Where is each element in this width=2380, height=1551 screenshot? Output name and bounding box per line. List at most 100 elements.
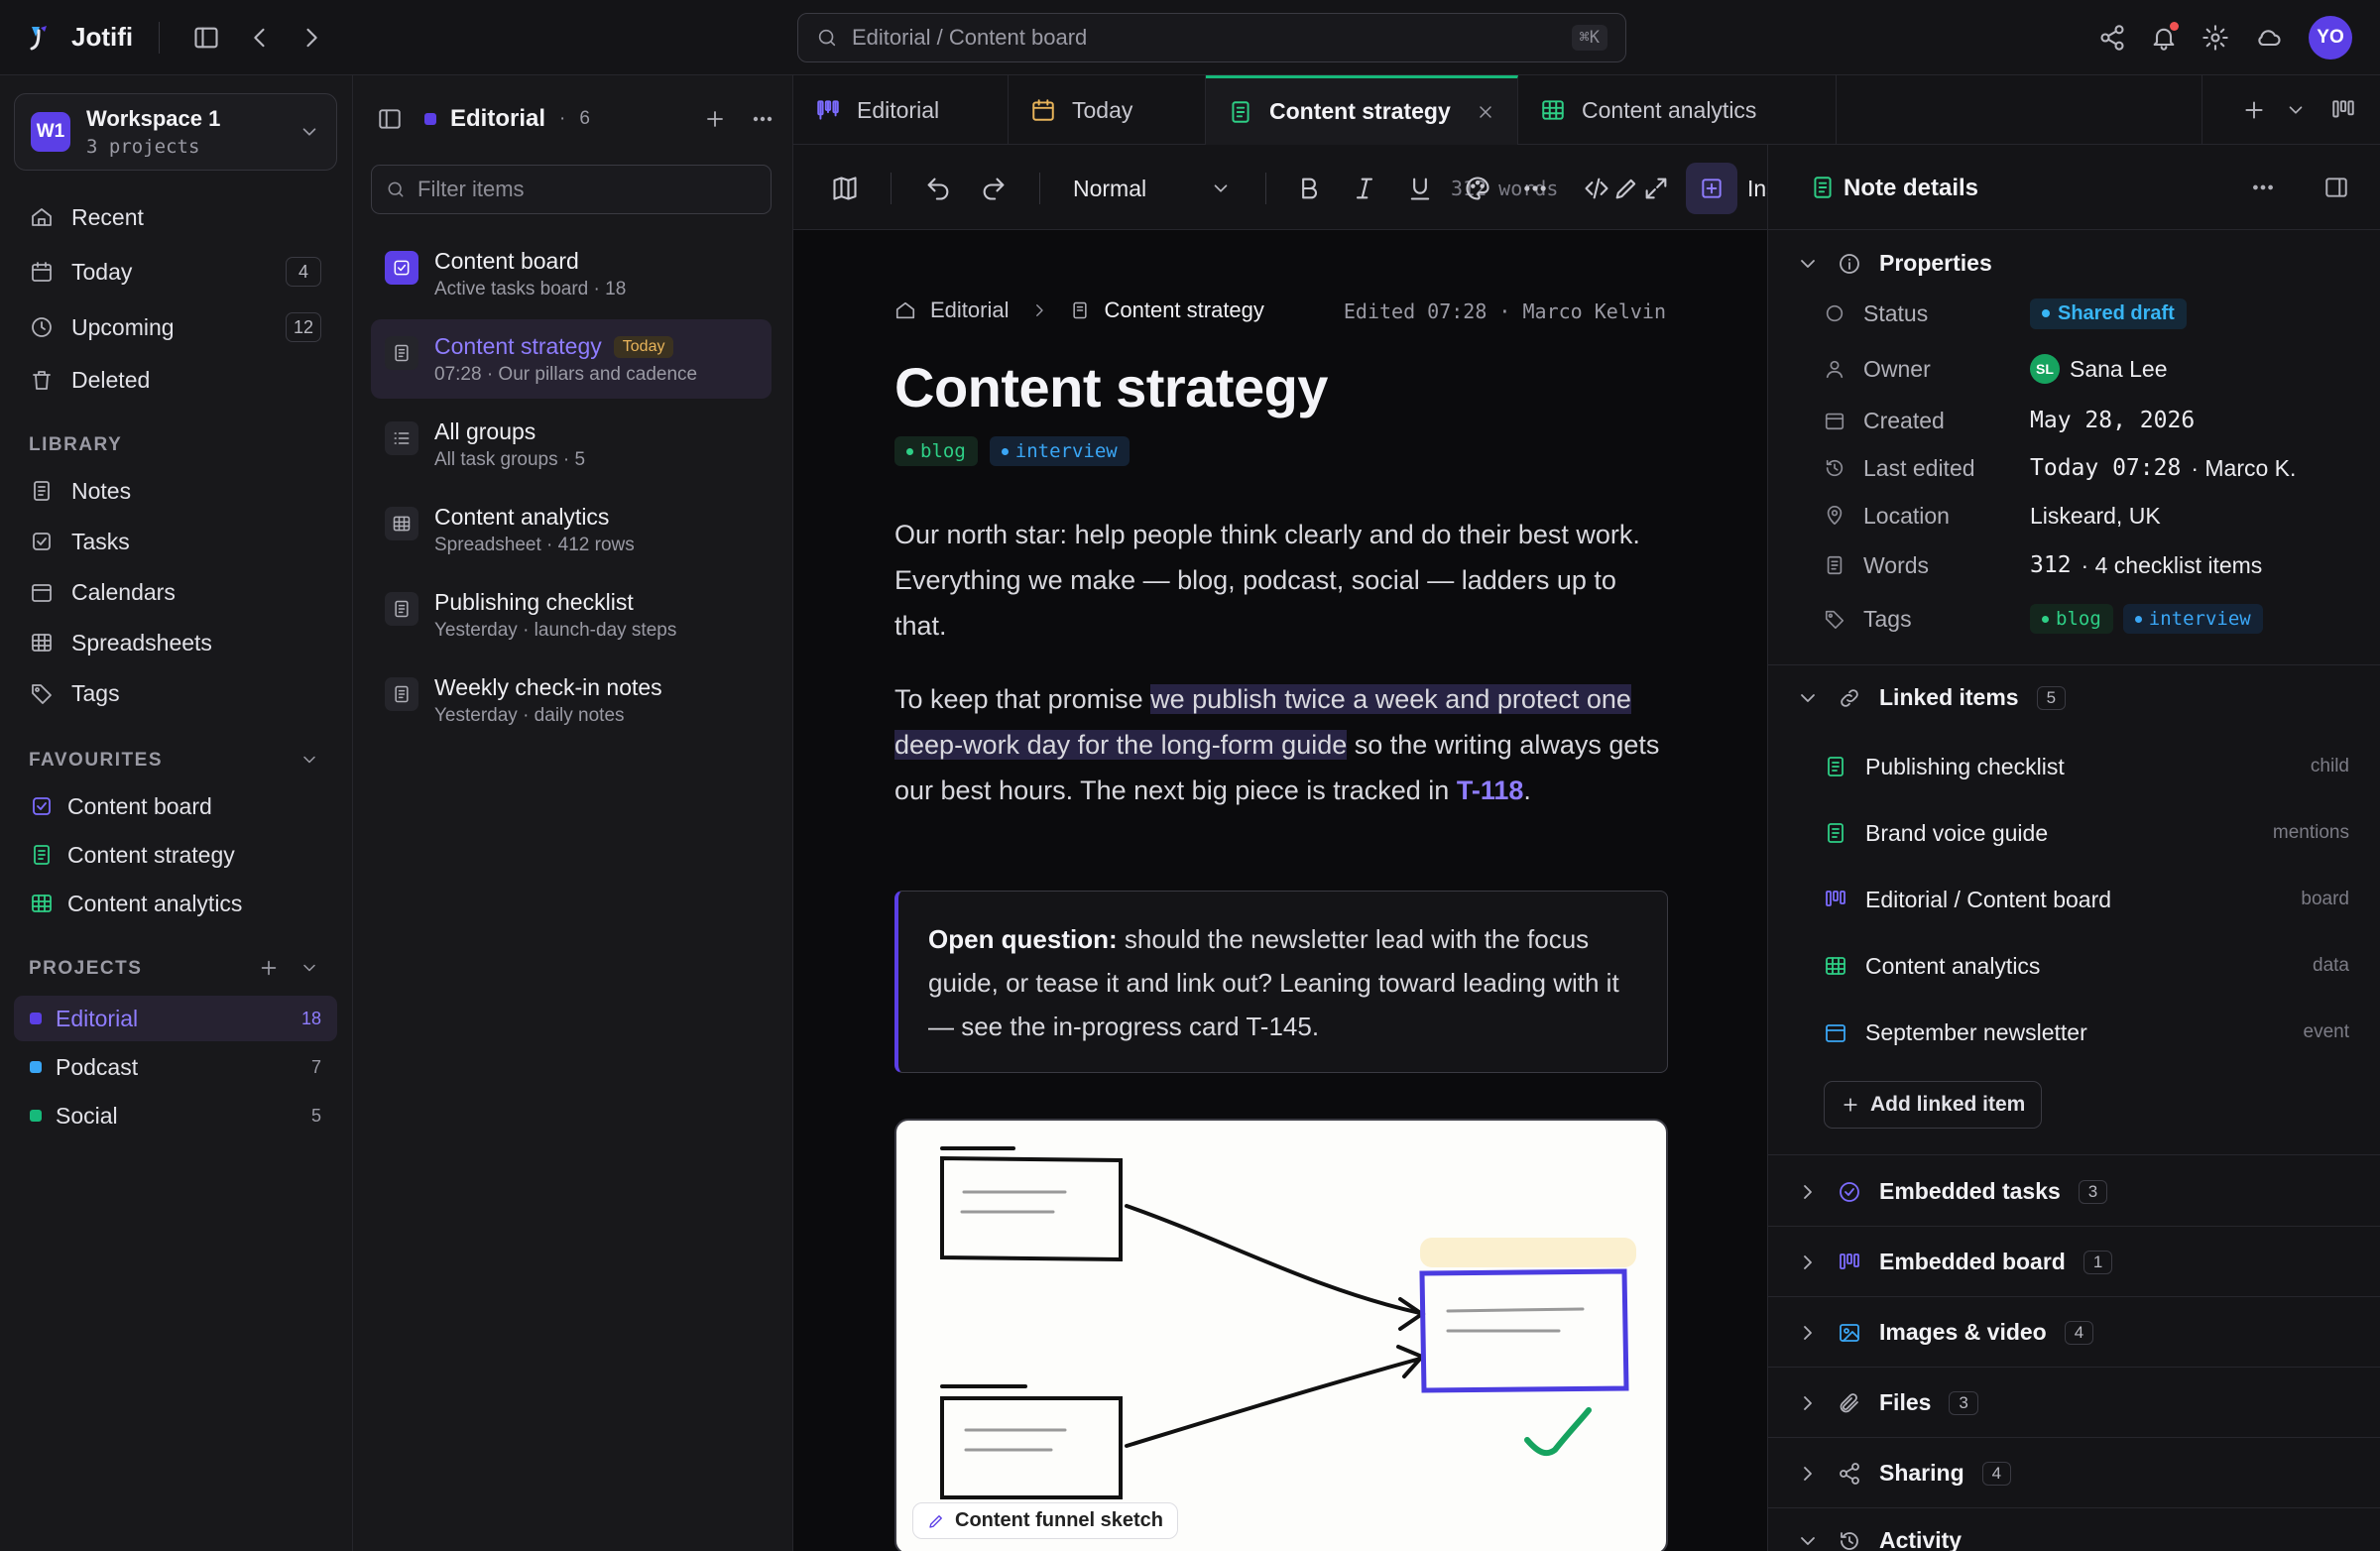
sidebar-item-upcoming[interactable]: Upcoming 12 (14, 304, 337, 350)
close-panel-icon[interactable] (2323, 175, 2349, 200)
clock-icon (30, 315, 54, 339)
forward-icon[interactable] (298, 24, 325, 52)
favourite-content-board[interactable]: Content board (14, 783, 337, 829)
check-circle-icon (1838, 1180, 1861, 1204)
activity-section-header[interactable]: Activity (1796, 1527, 1962, 1551)
sidebar-item-label: Calendars (71, 578, 176, 605)
list-item-publishing-checklist[interactable]: Publishing checklist Yesterday · launch-d… (371, 575, 772, 655)
list-item-all-groups[interactable]: All groups All task groups · 5 (371, 405, 772, 484)
share-icon[interactable] (2098, 24, 2126, 52)
bold-icon[interactable] (1295, 175, 1323, 202)
close-tab-icon[interactable] (1476, 102, 1495, 122)
breadcrumb-root[interactable]: Editorial (930, 298, 1009, 323)
divider (1768, 1437, 2380, 1438)
tab-editorial[interactable]: Editorial (793, 75, 1009, 145)
sidebar-item-tasks[interactable]: Tasks (14, 519, 337, 564)
linked-item-content-analytics[interactable]: Content analytics data (1824, 943, 2349, 989)
favourite-content-strategy[interactable]: Content strategy (14, 832, 337, 878)
tab-content-strategy[interactable]: Content strategy (1206, 75, 1518, 145)
tag-blog[interactable]: blog (894, 436, 978, 466)
sidebar-item-tags[interactable]: Tags (14, 670, 337, 716)
add-project-plus-icon[interactable] (258, 957, 280, 979)
tab-content-analytics[interactable]: Content analytics (1518, 75, 1837, 145)
board-view-icon[interactable] (2330, 97, 2356, 123)
undo-icon[interactable] (924, 175, 952, 202)
app-logo[interactable]: Jotifi (26, 22, 133, 53)
settings-gear-icon[interactable] (2202, 24, 2229, 52)
tag-blog[interactable]: blog (2030, 604, 2113, 634)
more-options-icon[interactable] (751, 107, 774, 131)
linked-item-content-board[interactable]: Editorial / Content board board (1824, 877, 2349, 922)
redo-icon[interactable] (980, 175, 1008, 202)
divider (1768, 1507, 2380, 1508)
code-icon[interactable] (1583, 175, 1610, 202)
page-title[interactable]: Content strategy (894, 355, 1328, 419)
sidebar-item-deleted[interactable]: Deleted (14, 357, 337, 403)
linked-item-september-newsletter[interactable]: September newsletter event (1824, 1010, 2349, 1055)
formatting-toolbar: Normal 312 words Insert (793, 145, 1805, 230)
property-location: Location Liskeard, UK (1824, 496, 2359, 536)
sketch-caption[interactable]: Content funnel sketch (912, 1502, 1179, 1539)
more-options-icon[interactable] (2250, 175, 2276, 200)
tab-today[interactable]: Today (1009, 75, 1206, 145)
embedded-board-section-header[interactable]: Embedded board 1 (1796, 1249, 2113, 1275)
add-item-plus-icon[interactable] (703, 107, 727, 131)
sidebar-item-label: Today (71, 258, 133, 285)
open-question-callout[interactable]: Open question: should the newsletter lea… (894, 891, 1668, 1073)
checkbox-icon (385, 251, 418, 285)
linked-items-section-header[interactable]: Linked items 5 (1796, 684, 2067, 711)
cloud-sync-icon[interactable] (2255, 24, 2283, 52)
list-item-sub: All task groups · 5 (434, 449, 586, 470)
tag-interview[interactable]: interview (989, 436, 1130, 466)
list-item-content-board[interactable]: Content board Active tasks board · 18 (371, 234, 772, 313)
new-tab-plus-icon[interactable] (2241, 97, 2267, 123)
list-item-weekly-check-in-notes[interactable]: Weekly check-in notes Yesterday · daily n… (371, 660, 772, 740)
list-item-content-analytics[interactable]: Content analytics Spreadsheet · 412 rows (371, 490, 772, 569)
owner-value[interactable]: SL Sana Lee (2030, 354, 2167, 384)
color-palette-icon[interactable] (1464, 175, 1491, 202)
paragraph-north-star[interactable]: Our north star: help people think clearl… (894, 512, 1668, 649)
tab-list-chevron-icon[interactable] (2285, 99, 2307, 121)
user-avatar[interactable]: YO (2309, 16, 2352, 60)
global-search[interactable]: Editorial / Content board ⌘K (797, 13, 1626, 62)
favourites-collapse-chevron-icon[interactable] (299, 750, 319, 770)
properties-section-header[interactable]: Properties (1796, 250, 1992, 277)
project-editorial[interactable]: Editorial 18 (14, 996, 337, 1041)
content-funnel-sketch[interactable]: Content funnel sketch (894, 1119, 1668, 1551)
text-style-select[interactable]: Normal (1073, 171, 1232, 206)
reading-mode-book-icon[interactable] (831, 175, 859, 202)
images-video-section-header[interactable]: Images & video 4 (1796, 1319, 2094, 1346)
status-badge[interactable]: Shared draft (2030, 298, 2187, 329)
linked-item-brand-voice-guide[interactable]: Brand voice guide mentions (1824, 810, 2349, 856)
underline-icon[interactable] (1406, 175, 1434, 202)
project-social[interactable]: Social 5 (14, 1093, 337, 1138)
paragraph-promise[interactable]: To keep that promise we publish twice a … (894, 676, 1668, 813)
sidebar-item-spreadsheets[interactable]: Spreadsheets (14, 620, 337, 665)
workspace-switcher[interactable]: W1 Workspace 1 3 projects (14, 93, 337, 171)
sidebar-toggle-icon[interactable] (192, 24, 220, 52)
add-linked-item-button[interactable]: Add linked item (1824, 1081, 2043, 1129)
files-section-header[interactable]: Files 3 (1796, 1389, 1978, 1416)
task-link-t-118[interactable]: T-118 (1457, 776, 1524, 805)
more-format-icon[interactable] (1521, 175, 1549, 202)
sidebar-item-recent[interactable]: Recent (14, 194, 337, 240)
italic-icon[interactable] (1351, 175, 1378, 202)
sharing-section-header[interactable]: Sharing 4 (1796, 1460, 2012, 1487)
back-icon[interactable] (246, 24, 274, 52)
pen-icon[interactable] (1612, 175, 1640, 202)
sidebar-item-calendars[interactable]: Calendars (14, 569, 337, 615)
tag-interview[interactable]: interview (2122, 604, 2263, 634)
panel-toggle-icon[interactable] (377, 106, 403, 132)
linked-item-publishing-checklist[interactable]: Publishing checklist child (1824, 744, 2349, 789)
sidebar-item-today[interactable]: Today 4 (14, 249, 337, 295)
favourite-content-analytics[interactable]: Content analytics (14, 881, 337, 926)
expand-icon[interactable] (1642, 175, 1670, 202)
calendar-icon (1030, 97, 1056, 123)
list-item-content-strategy[interactable]: Content strategy Today 07:28 · Our pillars… (371, 319, 772, 399)
project-podcast[interactable]: Podcast 7 (14, 1044, 337, 1090)
sidebar-item-notes[interactable]: Notes (14, 468, 337, 514)
embedded-tasks-section-header[interactable]: Embedded tasks 3 (1796, 1178, 2108, 1205)
project-color-dot (30, 1013, 42, 1024)
projects-collapse-chevron-icon[interactable] (299, 958, 319, 978)
filter-items-input[interactable]: Filter items (371, 165, 772, 214)
